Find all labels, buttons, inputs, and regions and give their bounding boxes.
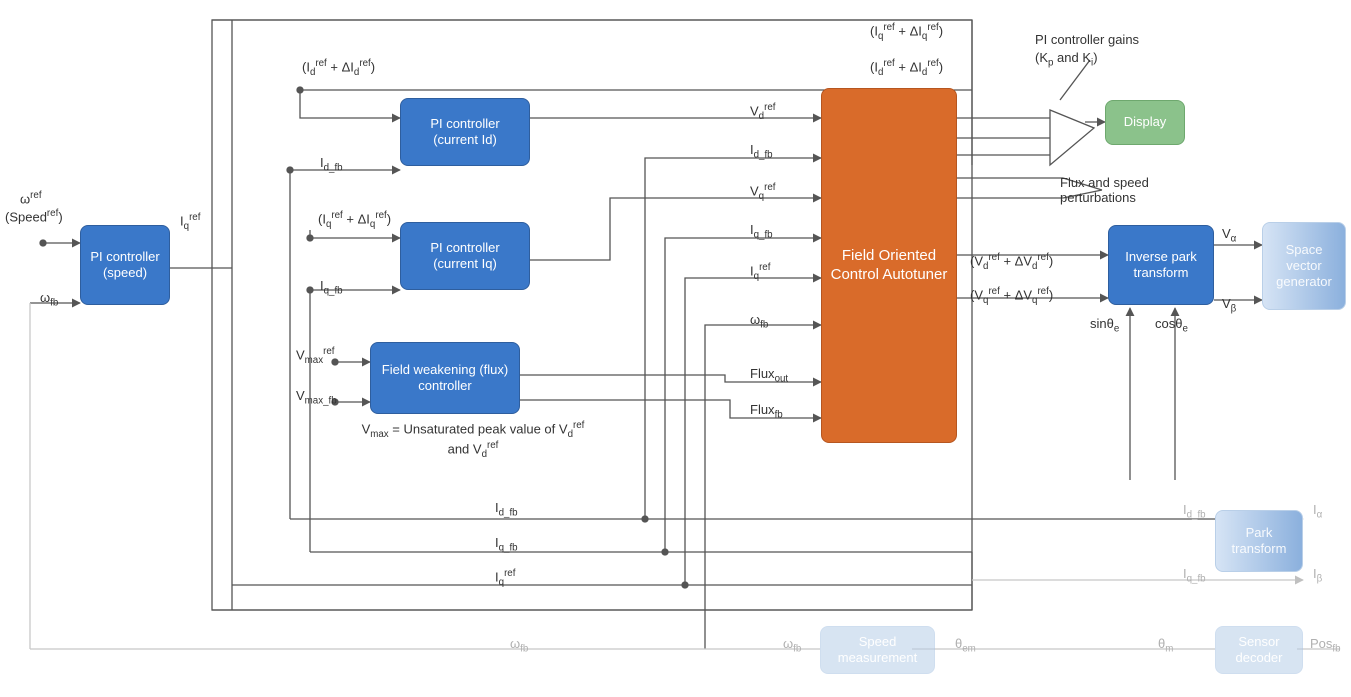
vq-dvq-label: (Vqref + ΔVqref) [970, 286, 1053, 306]
display-block[interactable]: Display [1105, 100, 1185, 145]
pi-speed-label: PI controller (speed) [87, 249, 163, 282]
space-vector-generator-block[interactable]: Space vector generator [1262, 222, 1346, 310]
foc-autotuner-block[interactable]: Field Oriented Control Autotuner [821, 88, 957, 443]
i-beta-label: Iβ [1313, 566, 1322, 585]
omegafb-bot2-label: ωfb [783, 636, 801, 655]
iq-fb-label: Iq_fb [320, 278, 343, 297]
omega-ref-label: ωref [20, 190, 42, 206]
speed-meas-label: Speed measurement [827, 634, 928, 667]
inverse-park-label: Inverse park transform [1115, 249, 1207, 282]
field-weakening-label: Field weakening (flux) controller [377, 362, 513, 395]
inverse-park-block[interactable]: Inverse park transform [1108, 225, 1214, 305]
iq-ref-diq-label: (Iqref + ΔIqref) [318, 210, 391, 230]
id-fb-label: Id_fb [320, 155, 343, 174]
v-alpha-label: Vα [1222, 226, 1236, 245]
theta-em-label: θem [955, 636, 976, 655]
right-idref-did-label: (Idref + ΔIdref) [870, 58, 943, 78]
flux-speed-pert-label: Flux and speed perturbations [1060, 175, 1180, 205]
sensor-dec-label: Sensor decoder [1222, 634, 1296, 667]
sin-theta-label: sinθe [1090, 316, 1119, 335]
speed-measurement-block[interactable]: Speed measurement [820, 626, 935, 674]
svg-gen-label: Space vector generator [1269, 242, 1339, 291]
pi-speed-block[interactable]: PI controller (speed) [80, 225, 170, 305]
iqfb-bot-label: Iq_fb [495, 535, 518, 554]
foc-autotuner-label: Field Oriented Control Autotuner [828, 247, 950, 285]
pi-iq-label: PI controller (current Iq) [407, 240, 523, 273]
vd-ref-label: Vdref [750, 102, 776, 122]
posfb-label: Posfb [1310, 636, 1341, 655]
kp-ki-label: (Kp and Ki) [1035, 50, 1098, 69]
field-weakening-block[interactable]: Field weakening (flux) controller [370, 342, 520, 414]
idfb-bot-label: Id_fb [495, 500, 518, 519]
id-ref-did-label: (Idref + ΔIdref) [302, 58, 375, 78]
fluxfb-label: Fluxfb [750, 402, 783, 421]
i-alpha-label: Iα [1313, 502, 1322, 521]
speed-ref-label: (Speedref) [5, 208, 63, 224]
pi-id-block[interactable]: PI controller (current Id) [400, 98, 530, 166]
idfb-right-label: Id_fb [1183, 502, 1206, 521]
idfb-mid-label: Id_fb [750, 142, 773, 161]
pi-iq-block[interactable]: PI controller (current Iq) [400, 222, 530, 290]
pi-id-label: PI controller (current Id) [407, 116, 523, 149]
iqref-mid-label: Iqref [750, 262, 770, 282]
top-iqref-diq-label: (Iqref + ΔIqref) [870, 22, 943, 42]
vq-ref-label: Vqref [750, 182, 776, 202]
fluxout-label: Fluxout [750, 366, 788, 385]
iqref-bot-label: Iqref [495, 568, 515, 588]
theta-m-label: θm [1158, 636, 1173, 655]
pi-gains-label: PI controller gains [1035, 32, 1139, 47]
sensor-decoder-block[interactable]: Sensor decoder [1215, 626, 1303, 674]
omega-fb-label: ωfb [40, 290, 58, 309]
omegafb-bot-label: ωfb [510, 636, 528, 655]
vmax-ref-label: Vmaxref [296, 346, 334, 366]
display-label: Display [1124, 114, 1167, 130]
vmax-fb-label: Vmax_fb [296, 388, 337, 407]
iqfb-right-label: Iq_fb [1183, 566, 1206, 585]
park-label: Park transform [1222, 525, 1296, 558]
park-transform-block[interactable]: Park transform [1215, 510, 1303, 572]
cos-theta-label: cosθe [1155, 316, 1188, 335]
iqfb-mid-label: Iq_fb [750, 222, 773, 241]
omegafb-mid-label: ωfb [750, 312, 768, 331]
vd-dvd-label: (Vdref + ΔVdref) [970, 252, 1053, 272]
vmax-note-label: Vmax = Unsaturated peak value of Vdref a… [358, 420, 588, 460]
iq-ref-label: Iqref [180, 212, 200, 232]
v-beta-label: Vβ [1222, 296, 1236, 315]
